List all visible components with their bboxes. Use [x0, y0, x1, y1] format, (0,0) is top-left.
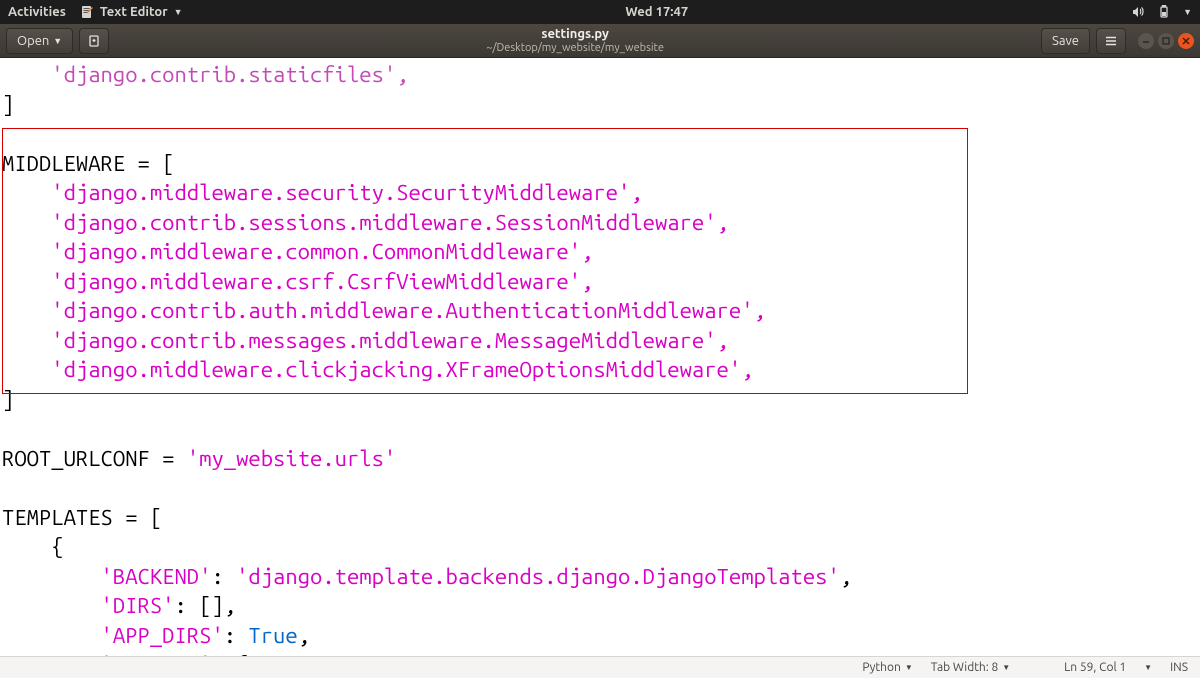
language-label: Python: [862, 661, 901, 674]
tab-width-selector[interactable]: Tab Width: 8 ▼: [931, 661, 1010, 674]
window-subtitle: ~/Desktop/my_website/my_website: [109, 42, 1041, 55]
tab-width-label: Tab Width: 8: [931, 661, 998, 674]
chevron-down-icon[interactable]: ▼: [1144, 663, 1152, 672]
new-document-icon: [87, 34, 101, 48]
chevron-down-icon: ▼: [174, 7, 183, 17]
maximize-button[interactable]: [1158, 33, 1174, 49]
language-selector[interactable]: Python ▼: [862, 661, 912, 674]
window-title: settings.py: [109, 27, 1041, 42]
battery-icon[interactable]: [1157, 5, 1171, 19]
close-button[interactable]: [1178, 33, 1194, 49]
window-titlebar: Open ▼ settings.py ~/Desktop/my_website/…: [0, 24, 1200, 58]
code-content: 'django.contrib.staticfiles', ] MIDDLEWA…: [0, 60, 1200, 656]
text-editor-icon: [80, 5, 94, 19]
app-name: Text Editor: [100, 5, 168, 19]
cursor-position: Ln 59, Col 1: [1064, 661, 1126, 674]
statusbar: Python ▼ Tab Width: 8 ▼ Ln 59, Col 1 ▼ I…: [0, 656, 1200, 678]
gnome-top-panel: Activities Text Editor ▼ Wed 17:47 ▼: [0, 0, 1200, 24]
volume-icon[interactable]: [1131, 5, 1145, 19]
app-indicator[interactable]: Text Editor ▼: [80, 5, 183, 19]
open-button[interactable]: Open ▼: [6, 28, 73, 54]
editor-area[interactable]: 'django.contrib.staticfiles', ] MIDDLEWA…: [0, 58, 1200, 656]
new-tab-button[interactable]: [79, 28, 109, 54]
system-menu-icon[interactable]: ▼: [1183, 7, 1192, 17]
insert-mode[interactable]: INS: [1170, 661, 1188, 674]
chevron-down-icon: ▼: [1002, 663, 1010, 672]
minimize-button[interactable]: [1138, 33, 1154, 49]
hamburger-icon: [1104, 34, 1118, 48]
save-button[interactable]: Save: [1041, 28, 1090, 54]
hamburger-menu-button[interactable]: [1096, 28, 1126, 54]
activities-button[interactable]: Activities: [8, 5, 66, 19]
chevron-down-icon: ▼: [905, 663, 913, 672]
open-button-label: Open: [17, 34, 49, 48]
chevron-down-icon: ▼: [53, 36, 62, 46]
clock[interactable]: Wed 17:47: [183, 5, 1132, 19]
